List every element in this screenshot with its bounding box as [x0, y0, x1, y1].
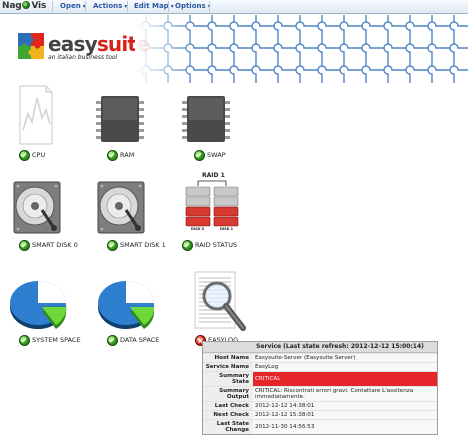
- swap-label: SWAP: [207, 151, 226, 159]
- row-key: Host Name: [203, 353, 253, 363]
- memory-chip-icon: [96, 96, 144, 142]
- ok-status-icon[interactable]: [107, 150, 118, 161]
- banner: easysuite an italian business tool: [0, 13, 468, 85]
- table-row: Summary State CRITICAL: [203, 371, 437, 387]
- memory-chip-icon: [182, 96, 230, 142]
- puzzle-pattern-background: [135, 15, 468, 83]
- table-row: Summary Output CRITICAL: Riscontrati err…: [203, 386, 437, 402]
- ok-status-icon[interactable]: [19, 240, 30, 251]
- row-value: Easysuite-Server (Easysuite Server): [253, 353, 437, 363]
- summary-state-value: CRITICAL: [253, 371, 437, 387]
- brand-name: easysuite: [48, 32, 150, 56]
- popup-details-table: Host Name Easysuite-Server (Easysuite Se…: [203, 353, 437, 434]
- popup-title: Service (Last state refresh: 2012-12-12 …: [203, 342, 437, 353]
- row-value: EasyLog: [253, 362, 437, 372]
- menu-bar: Nag Vis Open▾ Actions▾ Edit Map▾ Options▾: [0, 0, 468, 14]
- data-space-tile[interactable]: [96, 274, 158, 332]
- menu-separator: [85, 1, 86, 12]
- raid-disk-1-label: DISK 1: [220, 227, 234, 231]
- menu-separator: [127, 1, 128, 12]
- row-key: Service Name: [203, 362, 253, 372]
- hard-disk-icon: [13, 181, 61, 234]
- row-key: Summary Output: [203, 386, 253, 402]
- system-space-label: SYSTEM SPACE: [32, 336, 81, 344]
- table-row: Last Check 2012-12-12 14:38:01: [203, 401, 437, 411]
- menu-open-label: Open: [60, 2, 81, 10]
- table-row: Next Check 2012-12-12 15:38:01: [203, 410, 437, 420]
- hard-disk-icon: [97, 181, 145, 234]
- raid-disk-0-label: DISK 0: [191, 227, 205, 231]
- system-space-tile[interactable]: [8, 274, 70, 332]
- easylog-tile[interactable]: [193, 270, 249, 334]
- ram-tile[interactable]: [96, 95, 144, 143]
- chevron-down-icon: ▾: [170, 3, 174, 10]
- menu-separator: [209, 1, 210, 12]
- raid-status-label: RAID STATUS: [195, 241, 238, 249]
- row-value: 2012-12-12 14:38:01: [253, 401, 437, 411]
- brand-tagline: an italian business tool: [48, 54, 118, 61]
- ok-status-icon[interactable]: [19, 335, 30, 346]
- menu-actions[interactable]: Actions ▾: [93, 2, 127, 10]
- ok-status-icon[interactable]: [182, 240, 193, 251]
- smart-disk-1-tile[interactable]: [96, 180, 146, 235]
- disk-usage-pie-icon: [10, 281, 67, 329]
- smart-disk-0-label: SMART DISK 0: [32, 241, 78, 249]
- disk-usage-pie-icon: [98, 281, 155, 329]
- smart-disk-0-tile[interactable]: [12, 180, 62, 235]
- eye-icon: [22, 1, 31, 9]
- cpu-label: CPU: [32, 151, 46, 159]
- ok-status-icon[interactable]: [19, 150, 30, 161]
- row-value: CRITICAL: Riscontrati errori gravi. Cont…: [253, 386, 437, 402]
- ok-status-icon[interactable]: [194, 150, 205, 161]
- nagvis-logo[interactable]: Nag Vis: [2, 1, 46, 11]
- row-value: 2012-11-30 14:56:53: [253, 419, 437, 434]
- smart-disk-1-label: SMART DISK 1: [120, 241, 166, 249]
- table-row: Last State Change 2012-11-30 14:56:53: [203, 419, 437, 434]
- puzzle-logo-icon: [18, 33, 44, 59]
- raid-disks-icon: [185, 180, 239, 227]
- cpu-tile[interactable]: [18, 84, 54, 146]
- row-key: Next Check: [203, 410, 253, 420]
- menu-separator: [52, 1, 53, 12]
- row-value: 2012-12-12 15:38:01: [253, 410, 437, 420]
- swap-tile[interactable]: [182, 95, 230, 143]
- ok-status-icon[interactable]: [107, 335, 118, 346]
- menu-options-label: Options: [175, 2, 206, 10]
- cpu-graph-icon: [19, 85, 53, 145]
- row-key: Last State Change: [203, 419, 253, 434]
- logo-text-left: Nag: [2, 1, 22, 11]
- service-hover-popup: Service (Last state refresh: 2012-12-12 …: [202, 341, 438, 435]
- menu-open[interactable]: Open▾: [60, 2, 86, 10]
- menu-options[interactable]: Options▾: [175, 2, 211, 10]
- ok-status-icon[interactable]: [107, 240, 118, 251]
- row-key: Last Check: [203, 401, 253, 411]
- menu-edit-map-label: Edit Map: [134, 2, 169, 10]
- row-key: Summary State: [203, 371, 253, 387]
- brand-name-easy: easy: [48, 32, 98, 56]
- data-space-label: DATA SPACE: [120, 336, 160, 344]
- table-row: Service Name EasyLog: [203, 362, 437, 372]
- ram-label: RAM: [120, 151, 135, 159]
- log-magnifier-icon: [194, 271, 246, 331]
- table-row: Host Name Easysuite-Server (Easysuite Se…: [203, 353, 437, 363]
- menu-actions-label: Actions: [93, 2, 123, 10]
- menu-separator: [168, 1, 169, 12]
- logo-text-right: Vis: [31, 1, 47, 11]
